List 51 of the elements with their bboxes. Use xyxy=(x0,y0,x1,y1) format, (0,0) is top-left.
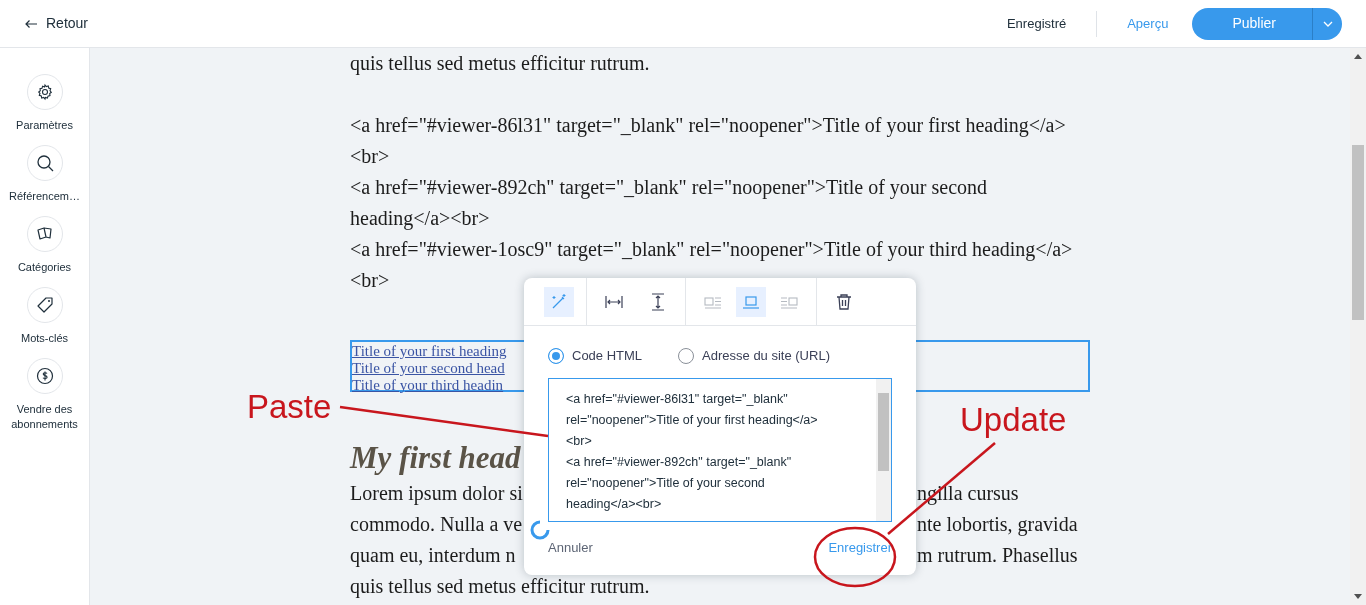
chevron-down-icon xyxy=(1322,20,1333,27)
text-line: nte lobortis, gravida xyxy=(917,512,1079,538)
code-field[interactable]: <a href="#viewer-86l31" target="_blank" rel="noopener">Title of your first heading</a> <br> <a href="#viewer-892ch" target="_blank" rel="noopener">Title of your second heading</a><br> xyxy=(548,377,892,522)
search-icon xyxy=(35,154,54,172)
text-line: m rutrum. Phasellus xyxy=(917,543,1079,568)
cancel-button[interactable]: Annuler xyxy=(548,537,593,557)
magic-wand-icon xyxy=(550,292,568,311)
gear-icon xyxy=(35,83,54,101)
save-status: Enregistré xyxy=(1006,14,1067,33)
text-line: commodo. Nulla a ve xyxy=(350,512,524,537)
radio-option[interactable]: Code HTML xyxy=(548,346,643,366)
text-line: quis tellus sed metus efficitur rutrum. xyxy=(350,51,651,77)
annotation-label: Paste xyxy=(247,388,332,426)
radio-option[interactable]: Adresse du site (URL) xyxy=(678,346,830,366)
publish-menu-button[interactable] xyxy=(1312,7,1342,40)
sidebar-label[interactable]: Paramètres xyxy=(16,118,73,133)
back-link[interactable]: Retour xyxy=(24,13,89,34)
text-line: quam eu, interdum n xyxy=(350,543,517,569)
sidebar-label[interactable]: Mots-clés xyxy=(20,331,69,346)
sidebar-button[interactable] xyxy=(26,74,63,110)
text-line: Lorem ipsum dolor si xyxy=(350,481,524,507)
text-line: <br> xyxy=(350,268,391,293)
heading-link[interactable]: Title of your second head xyxy=(352,360,505,377)
text-line: quis tellus sed metus efficitur rutrum. xyxy=(350,574,650,600)
field-scrollbar[interactable] xyxy=(876,378,891,521)
sidebar-button[interactable] xyxy=(26,287,63,323)
sidebar-button[interactable] xyxy=(26,358,63,394)
text-line: <br> xyxy=(350,144,391,169)
heading-link[interactable]: Title of your third headin xyxy=(352,377,504,394)
text-line: <a href="#viewer-1osc9" target="_blank" rel="noopener">Title of your third heading</a> xyxy=(350,237,1074,263)
height-arrows-icon xyxy=(649,292,667,311)
text-line: heading</a><br> xyxy=(350,206,491,232)
sidebar-label[interactable]: Vendre des abonnements xyxy=(0,402,89,432)
tag-icon xyxy=(35,296,54,314)
heading-link[interactable]: Title of your first heading xyxy=(352,343,507,360)
sidebar-label[interactable]: Référencem… xyxy=(9,189,80,204)
text-line: <a href="#viewer-892ch" target="_blank" rel="noopener">Title of your second xyxy=(350,175,989,201)
scroll-down-icon[interactable] xyxy=(1354,594,1362,599)
scroll-up-icon[interactable] xyxy=(1354,54,1362,59)
dollar-icon xyxy=(35,367,54,385)
sidebar-button[interactable] xyxy=(26,216,63,252)
scrollbar-thumb[interactable] xyxy=(1352,145,1364,320)
cards-icon xyxy=(35,225,54,243)
text-line: <a href="#viewer-86l31" target="_blank" rel="noopener">Title of your first heading</a> xyxy=(350,113,1067,139)
sidebar-button[interactable] xyxy=(26,145,63,181)
spinner-icon xyxy=(530,520,550,540)
sidebar-label[interactable]: Catégories xyxy=(17,260,72,275)
trash-icon xyxy=(835,292,853,311)
back-arrow-icon xyxy=(24,18,38,29)
heading: My first head xyxy=(350,439,521,477)
annotation-label: Update xyxy=(960,401,1067,439)
